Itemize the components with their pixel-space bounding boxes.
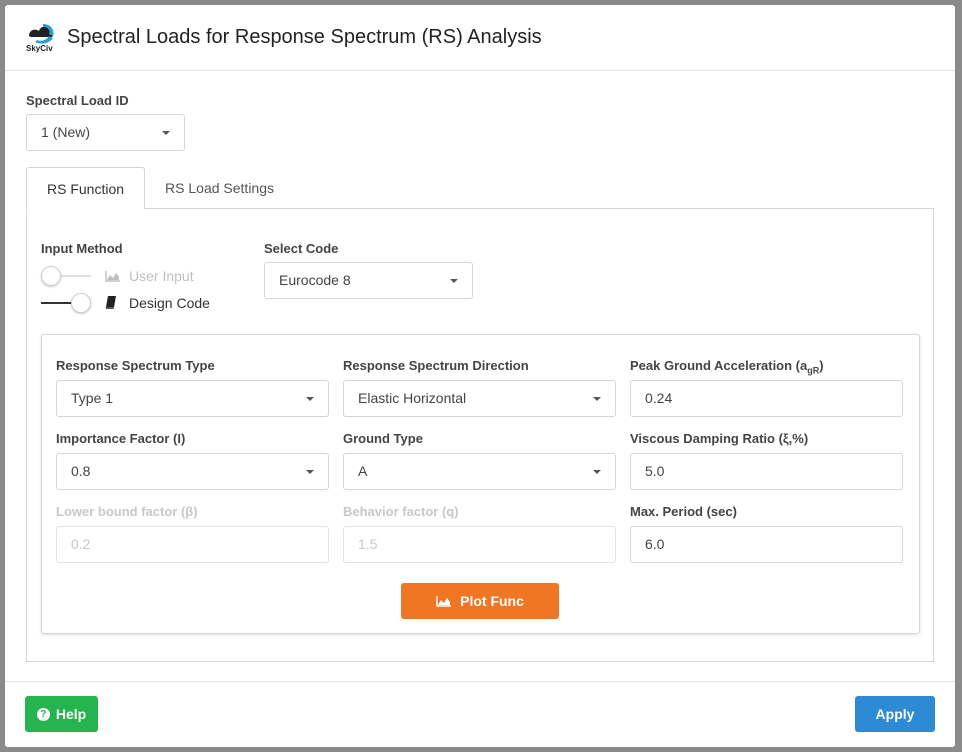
modal-header: SkyCiv Spectral Loads for Response Spect… [5, 5, 955, 71]
design-code-option[interactable]: Design Code [41, 289, 210, 316]
input-method-label: Input Method [41, 241, 123, 256]
logo-text: SkyCiv [26, 43, 53, 53]
spectral-load-id-label: Spectral Load ID [26, 93, 129, 108]
skyciv-logo-icon [29, 23, 54, 44]
user-input-label: User Input [129, 267, 194, 284]
importance-value: 0.8 [71, 463, 91, 479]
user-input-toggle[interactable] [41, 265, 91, 286]
help-button[interactable]: ? Help [25, 696, 98, 732]
eurocode-parameters-card: Response Spectrum Type Type 1 Response S… [41, 334, 920, 634]
question-circle-icon: ? [36, 707, 50, 721]
lower-bound-field: Lower bound factor (β) 0.2 [56, 504, 329, 563]
importance-label: Importance Factor (I) [56, 431, 186, 446]
rs-type-field: Response Spectrum Type Type 1 [56, 358, 329, 417]
plot-func-button[interactable]: Plot Func [401, 583, 559, 619]
tab-rs-load-settings[interactable]: RS Load Settings [145, 167, 294, 209]
rs-type-label: Response Spectrum Type [56, 358, 215, 373]
lower-bound-input: 0.2 [56, 526, 329, 563]
spectral-load-id-value: 1 (New) [41, 124, 91, 140]
ground-type-select[interactable]: A [343, 453, 616, 490]
input-method-group: Input Method User Input Design Code [41, 241, 210, 316]
tab-bar: RS Function RS Load Settings [26, 167, 934, 209]
max-period-input[interactable]: 6.0 [630, 526, 903, 563]
damping-input[interactable]: 5.0 [630, 453, 903, 490]
chevron-down-icon [450, 279, 458, 283]
design-code-label: Design Code [129, 294, 210, 311]
rs-direction-value: Elastic Horizontal [358, 390, 467, 406]
chevron-down-icon [593, 470, 601, 474]
modal-footer: ? Help Apply [5, 681, 955, 747]
ground-type-field: Ground Type A [343, 431, 616, 490]
tab-rs-function[interactable]: RS Function [26, 167, 146, 209]
behavior-label: Behavior factor (q) [343, 504, 459, 519]
pga-field: Peak Ground Acceleration (agR) 0.24 [630, 358, 903, 417]
select-code-label: Select Code [264, 241, 339, 256]
rs-direction-field: Response Spectrum Direction Elastic Hori… [343, 358, 616, 417]
modal-body: Spectral Load ID 1 (New) RS Function RS … [26, 93, 934, 662]
plot-func-label: Plot Func [460, 593, 524, 609]
chevron-down-icon [306, 397, 314, 401]
ground-type-label: Ground Type [343, 431, 423, 446]
rs-type-select[interactable]: Type 1 [56, 380, 329, 417]
pga-label: Peak Ground Acceleration (agR) [630, 358, 824, 376]
spectral-load-id-select[interactable]: 1 (New) [26, 114, 185, 151]
book-icon [105, 296, 121, 309]
behavior-field: Behavior factor (q) 1.5 [343, 504, 616, 563]
select-code-group: Select Code Eurocode 8 [264, 241, 473, 299]
apply-button[interactable]: Apply [855, 696, 935, 732]
damping-field: Viscous Damping Ratio (ξ,%) 5.0 [630, 431, 903, 490]
chevron-down-icon [306, 470, 314, 474]
area-chart-icon [436, 595, 452, 607]
chevron-down-icon [162, 131, 170, 135]
max-period-label: Max. Period (sec) [630, 504, 737, 519]
chevron-down-icon [593, 397, 601, 401]
importance-field: Importance Factor (I) 0.8 [56, 431, 329, 490]
importance-select[interactable]: 0.8 [56, 453, 329, 490]
rs-direction-select[interactable]: Elastic Horizontal [343, 380, 616, 417]
max-period-field: Max. Period (sec) 6.0 [630, 504, 903, 563]
parameters-grid: Response Spectrum Type Type 1 Response S… [56, 358, 903, 563]
damping-label: Viscous Damping Ratio (ξ,%) [630, 431, 809, 446]
help-label: Help [55, 706, 87, 722]
modal-title: Spectral Loads for Response Spectrum (RS… [67, 26, 542, 48]
area-chart-icon [105, 270, 121, 282]
spectral-loads-modal: SkyCiv Spectral Loads for Response Spect… [5, 5, 955, 747]
rs-type-value: Type 1 [71, 390, 114, 406]
select-code-value: Eurocode 8 [279, 272, 351, 288]
select-code-select[interactable]: Eurocode 8 [264, 262, 473, 299]
ground-type-value: A [358, 463, 368, 479]
lower-bound-label: Lower bound factor (β) [56, 504, 198, 519]
behavior-input: 1.5 [343, 526, 616, 563]
skyciv-logo: SkyCiv [25, 22, 57, 54]
design-code-toggle[interactable] [41, 292, 91, 313]
rs-direction-label: Response Spectrum Direction [343, 358, 529, 373]
user-input-option[interactable]: User Input [41, 262, 210, 289]
pga-input[interactable]: 0.24 [630, 380, 903, 417]
rs-function-panel: Input Method User Input Design Code Sele… [26, 208, 934, 662]
